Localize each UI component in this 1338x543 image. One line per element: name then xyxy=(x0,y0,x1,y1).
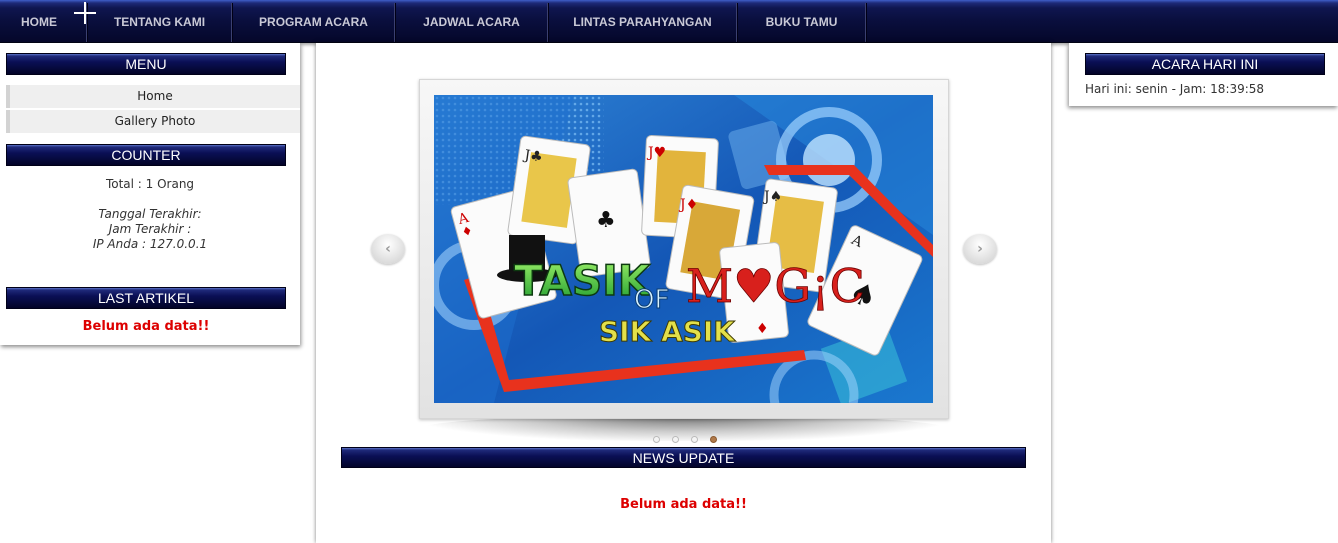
news-empty-message: Belum ada data!! xyxy=(620,497,747,512)
today-schedule-info: Hari ini: senin - Jam: 18:39:58 xyxy=(1085,82,1265,96)
nav-lintas-parahyangan[interactable]: LINTAS PARAHYANGAN xyxy=(549,3,736,42)
left-sidebar: MENU Home Gallery Photo COUNTER Total : … xyxy=(0,43,300,345)
nav-separator xyxy=(865,3,867,42)
slider-prev-arrow[interactable]: ‹ xyxy=(371,234,405,264)
news-update-header: NEWS UPDATE xyxy=(341,447,1026,468)
nav-home[interactable]: HOME xyxy=(0,3,78,42)
slider-dot-2[interactable] xyxy=(672,436,679,443)
svg-text:♦: ♦ xyxy=(756,321,769,337)
menu-item-gallery-photo[interactable]: Gallery Photo xyxy=(6,110,300,133)
svg-text:J♥: J♥ xyxy=(646,145,666,161)
counter-header: COUNTER xyxy=(6,144,286,166)
svg-text:J♦: J♦ xyxy=(678,197,698,213)
svg-text:J♣: J♣ xyxy=(522,147,544,166)
crosshair-cursor-icon xyxy=(74,2,96,24)
menu-item-home[interactable]: Home xyxy=(6,85,300,108)
nav-jadwal-acara[interactable]: JADWAL ACARA xyxy=(396,3,547,42)
slider-dot-3[interactable] xyxy=(691,436,698,443)
counter-last-time: Jam Terakhir : xyxy=(108,222,192,236)
nav-program-acara[interactable]: PROGRAM ACARA xyxy=(233,3,394,42)
slide-subtitle: SIK ASIK xyxy=(599,315,736,348)
slide-artwork: A ♦ J♣ ♣ J♥ J♦ J♠ A ♠ ♦ TASIK OF M♥G¡C S… xyxy=(434,95,933,403)
menu-header: MENU xyxy=(6,53,286,75)
acara-hari-ini-header: ACARA HARI INI xyxy=(1085,53,1325,75)
top-navigation-bar: HOME TENTANG KAMI PROGRAM ACARA JADWAL A… xyxy=(0,0,1338,43)
last-artikel-empty-message: Belum ada data!! xyxy=(82,319,210,334)
slider-next-arrow[interactable]: › xyxy=(963,234,997,264)
slider-dot-4[interactable] xyxy=(710,436,717,443)
last-artikel-header: LAST ARTIKEL xyxy=(6,287,286,309)
slide-title-magic: M♥G¡C xyxy=(686,259,865,313)
svg-text:J♠: J♠ xyxy=(762,189,782,205)
slide-image-tasik-of-magic[interactable]: A ♦ J♣ ♣ J♥ J♦ J♠ A ♠ ♦ TASIK OF M♥G¡C S… xyxy=(434,95,933,403)
nav-buku-tamu[interactable]: BUKU TAMU xyxy=(738,3,865,42)
slide-title-of: OF xyxy=(634,285,669,315)
right-sidebar: ACARA HARI INI Hari ini: senin - Jam: 18… xyxy=(1069,43,1338,106)
counter-last-date: Tanggal Terakhir: xyxy=(98,207,202,221)
counter-total: Total : 1 Orang xyxy=(105,177,195,191)
slider-dot-1[interactable] xyxy=(653,436,660,443)
slide-title-main: TASIK xyxy=(514,256,652,305)
counter-ip-address: IP Anda : 127.0.0.1 xyxy=(92,237,208,251)
nav-tentang-kami[interactable]: TENTANG KAMI xyxy=(88,3,231,42)
svg-text:♣: ♣ xyxy=(596,208,616,233)
